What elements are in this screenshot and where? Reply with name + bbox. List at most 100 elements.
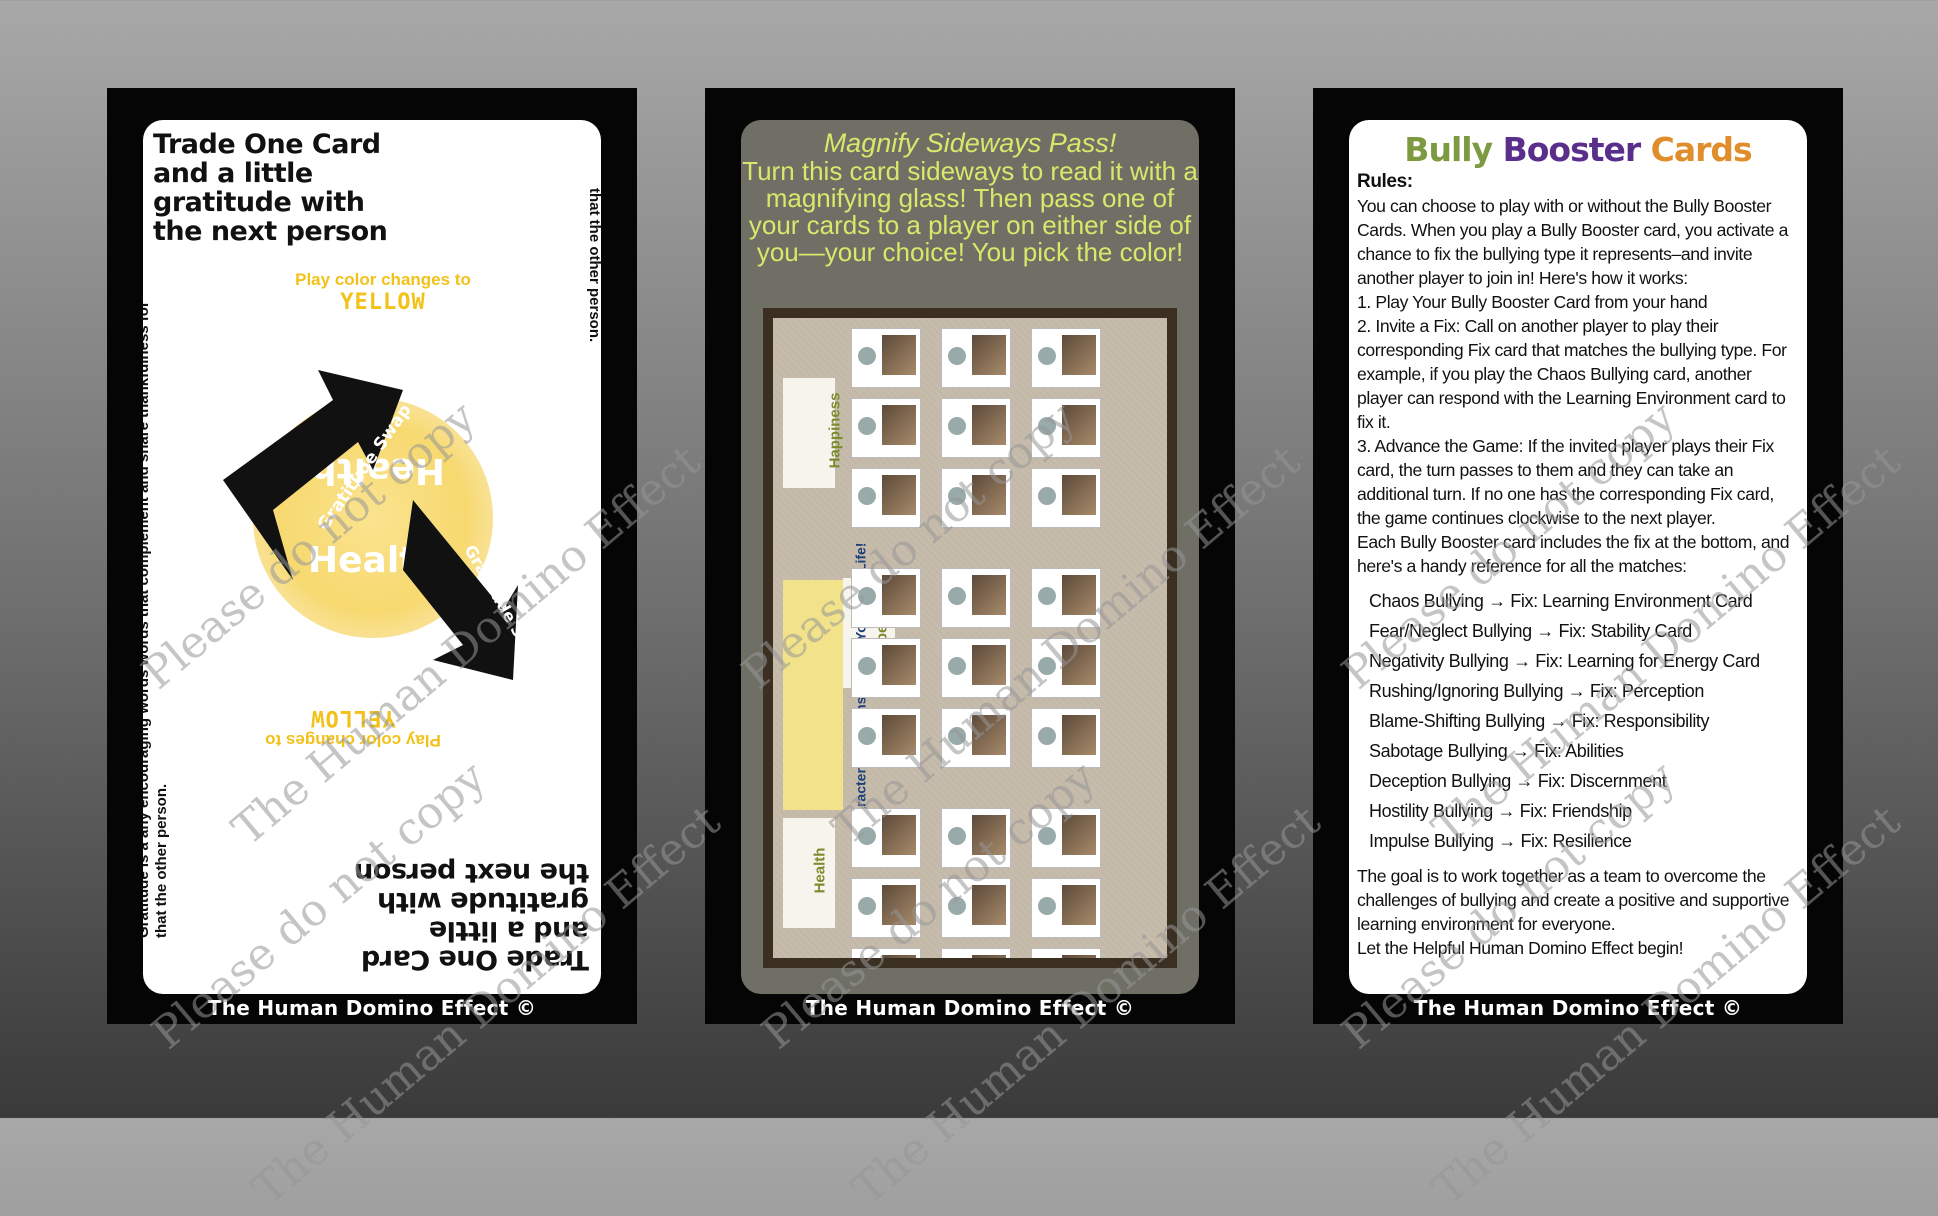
portrait-image — [972, 815, 1006, 855]
rules-label: Rules: — [1357, 171, 1413, 192]
board-tile — [851, 948, 921, 958]
pin-icon — [1038, 347, 1056, 365]
card-bully-booster-rules[interactable]: Bully Booster Cards Rules: You can choos… — [1313, 88, 1843, 1024]
portrait-image — [972, 475, 1006, 515]
portrait-image — [1062, 575, 1096, 615]
portrait-image — [882, 645, 916, 685]
portrait-image — [972, 645, 1006, 685]
board-tile — [1031, 808, 1101, 868]
rules-goal: The goal is to work together as a team t… — [1357, 866, 1790, 934]
play-color-value: YELLOW — [340, 290, 426, 315]
board-tile — [851, 808, 921, 868]
row-label-happiness: Happiness — [783, 378, 843, 488]
board-tile — [941, 708, 1011, 768]
card-face: Magnify Sideways Pass! Turn this card si… — [741, 120, 1199, 994]
pin-icon — [858, 487, 876, 505]
fix-item: Fear/Neglect Bullying → Fix: Stability C… — [1369, 621, 1692, 641]
card-side-text-2: Gratitude is a any encouraging words wor… — [143, 301, 170, 938]
pin-icon — [858, 827, 876, 845]
board-tile — [1031, 328, 1101, 388]
board-tile — [941, 398, 1011, 458]
play-color-note: Play color changes to YELLOW — [283, 270, 483, 315]
fix-item: Blame-Shifting Bullying → Fix: Responsib… — [1369, 711, 1710, 731]
board-tile — [851, 638, 921, 698]
board-tile — [941, 878, 1011, 938]
portrait-image — [882, 575, 916, 615]
board-tile — [1031, 568, 1101, 628]
portrait-image — [1062, 885, 1096, 925]
board-tile — [851, 568, 921, 628]
card-gratitude-swap[interactable]: Trade One Card and a little gratitude wi… — [107, 88, 637, 1024]
card-footer: The Human Domino Effect © — [1413, 996, 1743, 1020]
portrait-image — [972, 575, 1006, 615]
portrait-image — [1062, 475, 1096, 515]
fix-list: Chaos Bullying → Fix: Learning Environme… — [1369, 586, 1799, 856]
card-face: Trade One Card and a little gratitude wi… — [143, 120, 601, 994]
rules-body: Rules: You can choose to play with or wi… — [1357, 170, 1799, 960]
portrait-image — [1062, 405, 1096, 445]
card-title-inverted: Trade One Card and a little gratitude wi… — [354, 857, 589, 975]
board-tile — [851, 468, 921, 528]
portrait-image — [1062, 645, 1096, 685]
swap-arrow-icon: Gratitude Swap — [223, 370, 413, 580]
portrait-image — [1062, 815, 1096, 855]
card-footer: The Human Domino Effect © — [805, 996, 1135, 1020]
pin-icon — [858, 417, 876, 435]
board-banner: Character Equations To Live Your Best Li… — [783, 543, 868, 833]
pin-icon — [948, 657, 966, 675]
board-tile — [941, 468, 1011, 528]
portrait-image — [972, 405, 1006, 445]
card-face: Bully Booster Cards Rules: You can choos… — [1349, 120, 1807, 994]
board-tile — [851, 328, 921, 388]
board-tile — [851, 878, 921, 938]
play-color-note-inverted: Play color changes to YELLOW — [253, 705, 453, 750]
portrait-image — [882, 815, 916, 855]
board-tile — [1031, 398, 1101, 458]
board-tile — [851, 708, 921, 768]
portrait-image — [1062, 715, 1096, 755]
fix-item: Rushing/Ignoring Bullying → Fix: Percept… — [1369, 681, 1704, 701]
pin-icon — [858, 587, 876, 605]
fix-item: Impulse Bullying → Fix: Resilience — [1369, 831, 1632, 851]
title-word-booster: Booster — [1502, 130, 1642, 169]
rules-step-4: Each Bully Booster card includes the fix… — [1357, 532, 1790, 576]
rules-step-3: 3. Advance the Game: If the invited play… — [1357, 436, 1774, 528]
rules-closing: Let the Helpful Human Domino Effect begi… — [1357, 938, 1684, 958]
title-word-cards: Cards — [1650, 130, 1753, 169]
pin-icon — [948, 827, 966, 845]
portrait-image — [972, 955, 1006, 958]
board-tile — [1031, 878, 1101, 938]
portrait-image — [972, 885, 1006, 925]
card-magnify-sideways-pass[interactable]: Magnify Sideways Pass! Turn this card si… — [705, 88, 1235, 1024]
fix-item: Negativity Bullying → Fix: Learning for … — [1369, 651, 1760, 671]
board-side-note — [1151, 438, 1165, 938]
portrait-image — [1062, 335, 1096, 375]
fix-item: Hostility Bullying → Fix: Friendship — [1369, 801, 1632, 821]
pin-icon — [1038, 727, 1056, 745]
play-color-value-2: YELLOW — [310, 705, 396, 730]
fix-item: Chaos Bullying → Fix: Learning Environme… — [1369, 591, 1753, 611]
rules-step-2: 2. Invite a Fix: Call on another player … — [1357, 316, 1787, 432]
pin-icon — [858, 347, 876, 365]
card-side-text: Gratitude is a any encouraging words wor… — [586, 188, 601, 343]
pin-icon — [948, 897, 966, 915]
board-tile — [1031, 708, 1101, 768]
play-color-label: Play color changes to — [295, 270, 471, 289]
portrait-image — [882, 885, 916, 925]
portrait-image — [972, 715, 1006, 755]
portrait-image — [882, 405, 916, 445]
pin-icon — [948, 347, 966, 365]
row-label-health: Health — [783, 818, 835, 928]
heading-italic: Magnify Sideways Pass! — [823, 128, 1117, 158]
board-tile — [941, 808, 1011, 868]
title-word-bully: Bully — [1404, 130, 1493, 169]
pin-icon — [948, 487, 966, 505]
portrait-image — [882, 955, 916, 958]
game-board-image: Happiness Liberty Health Character Equat… — [763, 308, 1177, 968]
board-tile — [1031, 468, 1101, 528]
pin-icon — [1038, 587, 1056, 605]
portrait-image — [882, 715, 916, 755]
board-tile — [941, 638, 1011, 698]
board-tile — [851, 398, 921, 458]
portrait-image — [882, 475, 916, 515]
